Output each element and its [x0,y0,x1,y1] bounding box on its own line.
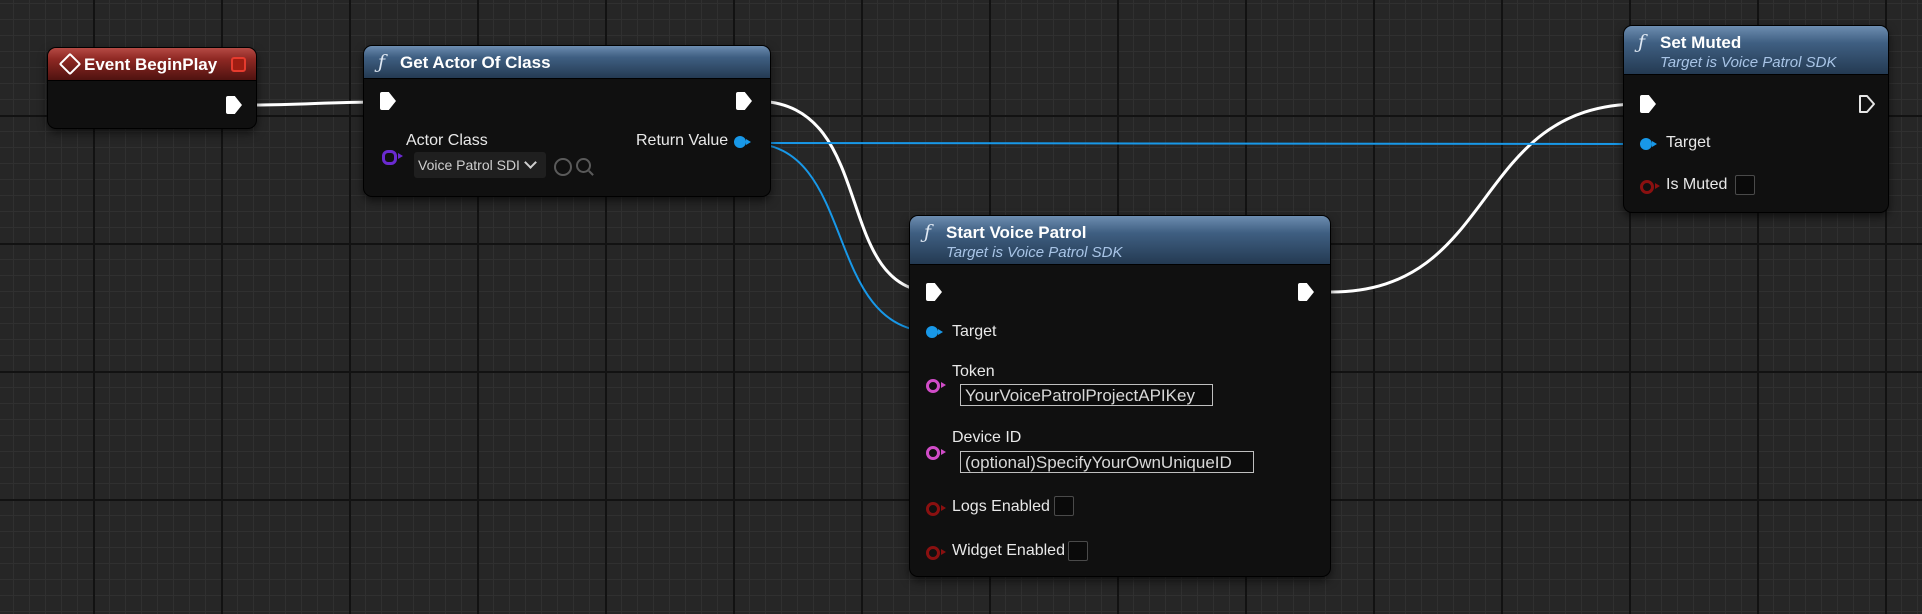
is-muted-pin[interactable] [1640,180,1660,194]
logs-enabled-pin[interactable] [926,502,946,516]
exec-wire-getactor-to-startvoicepatrol [754,99,936,294]
start-voice-patrol-node[interactable]: ƒ Start Voice Patrol Target is Voice Pat… [910,216,1330,576]
is-muted-label: Is Muted [1666,176,1728,193]
target-pin[interactable] [1640,138,1657,150]
node-title: Start Voice Patrol [946,223,1087,242]
exec-output-pin[interactable] [736,92,752,110]
node-subtitle: Target is Voice Patrol SDK [1660,54,1837,71]
event-beginplay-node[interactable]: Event BeginPlay [48,48,256,128]
token-label: Token [952,363,995,380]
start-voice-patrol-header[interactable]: ƒ Start Voice Patrol Target is Voice Pat… [910,216,1330,265]
get-actor-of-class-header[interactable]: ƒ Get Actor Of Class [364,46,770,79]
return-value-label: Return Value [636,132,729,149]
token-pin[interactable] [926,379,946,393]
exec-wire-startvoicepatrol-to-setmuted [1330,102,1641,294]
widget-enabled-checkbox[interactable] [1068,541,1088,561]
set-muted-header[interactable]: ƒ Set Muted Target is Voice Patrol SDK [1624,26,1888,75]
node-title: Set Muted [1660,33,1742,52]
browse-asset-search-icon[interactable] [576,158,591,173]
object-wire-return-to-startvoicepatrol-target [747,142,936,333]
use-selected-asset-icon[interactable] [554,158,572,176]
exec-input-pin[interactable] [1640,95,1656,113]
widget-enabled-pin[interactable] [926,546,946,560]
object-wire-return-to-setmuted-target [747,142,1641,145]
logs-enabled-checkbox[interactable] [1054,496,1074,516]
function-icon: ƒ [1638,31,1646,53]
target-label: Target [952,323,997,340]
is-muted-checkbox[interactable] [1735,175,1755,195]
actor-class-dropdown[interactable]: Voice Patrol SDI [414,152,546,178]
function-icon: ƒ [378,51,386,73]
logs-enabled-label: Logs Enabled [952,498,1050,515]
return-value-pin[interactable] [734,136,751,148]
exec-input-pin[interactable] [926,283,942,301]
device-id-pin[interactable] [926,446,946,460]
event-diamond-icon [58,52,82,76]
node-subtitle: Target is Voice Patrol SDK [946,244,1123,261]
actor-class-label: Actor Class [406,132,488,149]
exec-output-pin-unconnected[interactable] [1858,94,1876,114]
event-beginplay-header[interactable]: Event BeginPlay [48,48,256,81]
device-id-input[interactable]: (optional)SpecifyYourOwnUniqueID [960,451,1254,473]
delegate-pin-icon[interactable] [231,57,246,72]
exec-output-pin[interactable] [1298,283,1314,301]
actor-class-pin[interactable] [382,150,403,165]
token-input[interactable]: YourVoicePatrolProjectAPIKey [960,384,1213,406]
widget-enabled-label: Widget Enabled [952,542,1065,559]
exec-input-pin[interactable] [380,92,396,110]
function-icon: ƒ [924,221,932,243]
node-title: Get Actor Of Class [400,53,551,72]
chevron-down-icon [524,156,537,169]
exec-wire-beginplay-to-getactor [249,100,381,107]
target-label: Target [1666,134,1711,151]
node-title: Event BeginPlay [84,55,218,74]
get-actor-of-class-node[interactable]: ƒ Get Actor Of Class Actor Class Voice P… [364,46,770,196]
set-muted-node[interactable]: ƒ Set Muted Target is Voice Patrol SDK T… [1624,26,1888,212]
exec-output-pin[interactable] [226,96,242,114]
actor-class-value: Voice Patrol SDI [418,157,520,173]
target-pin[interactable] [926,326,943,338]
device-id-label: Device ID [952,429,1022,446]
